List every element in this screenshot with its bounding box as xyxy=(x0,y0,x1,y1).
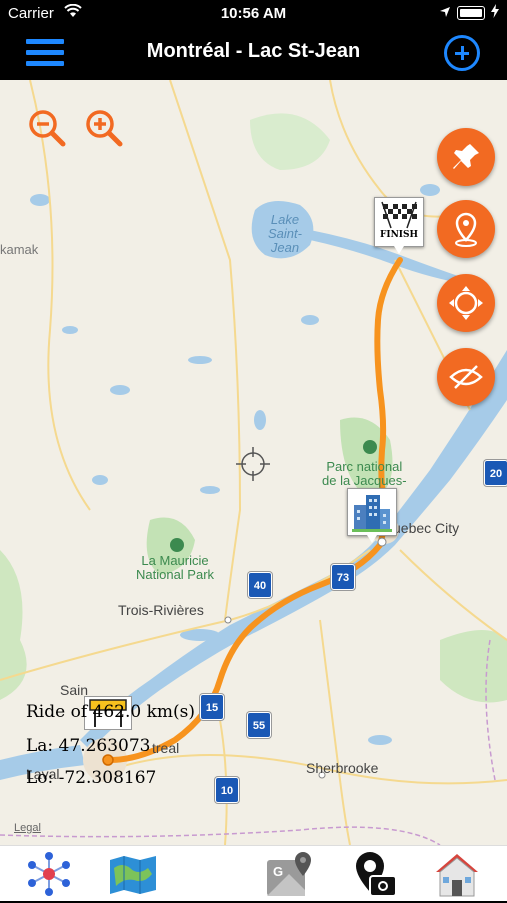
recenter-button[interactable] xyxy=(437,274,495,332)
longitude-label: Lo: -72.308167 xyxy=(26,768,157,788)
location-arrow-icon xyxy=(439,5,451,22)
location-marker-icon xyxy=(455,212,477,247)
svg-text:G: G xyxy=(273,864,283,879)
route-start-point xyxy=(102,754,114,766)
location-marker-button[interactable] xyxy=(437,200,495,258)
network-icon xyxy=(28,852,70,896)
tab-bar: G xyxy=(0,845,507,901)
navigation-bar: Montréal - Lac St-Jean xyxy=(0,26,507,80)
tab-network[interactable] xyxy=(24,850,74,898)
map-label-lake-saint-jean: Lake Saint- Jean xyxy=(268,212,302,255)
camera-location-icon xyxy=(356,852,397,897)
charging-icon xyxy=(491,4,499,22)
zoom-in-button[interactable] xyxy=(84,108,123,147)
ride-distance-label: Ride of 462.0 km(s) xyxy=(26,702,195,722)
crosshair-icon xyxy=(236,447,270,481)
add-button[interactable] xyxy=(444,35,480,71)
map-label-sherbrooke: Sherbrooke xyxy=(306,760,379,776)
city-marker[interactable] xyxy=(347,488,397,543)
park-tree-icon xyxy=(363,440,377,454)
checkered-flags-icon xyxy=(381,201,417,229)
map-label-la-mauricie: La Mauricie National Park xyxy=(136,553,215,582)
tab-house[interactable] xyxy=(432,850,482,898)
city-buildings-icon xyxy=(352,495,392,532)
map-icon xyxy=(110,856,156,894)
clock: 10:56 AM xyxy=(220,5,287,22)
map-view[interactable]: Lake Saint- Jean kamak Parc national de … xyxy=(0,80,507,845)
tab-google-maps[interactable]: G xyxy=(265,850,315,898)
latitude-label: La: 47.263073 xyxy=(26,736,151,756)
google-maps-icon: G xyxy=(267,852,311,896)
battery-icon xyxy=(457,6,485,20)
highway-shield-40: 40 xyxy=(248,572,272,598)
tab-camera-location[interactable] xyxy=(350,850,400,898)
zoom-in-icon xyxy=(86,110,123,147)
tab-map[interactable] xyxy=(108,850,158,898)
hide-route-icon xyxy=(449,365,483,389)
pin-button[interactable] xyxy=(437,128,495,186)
highway-shield-73: 73 xyxy=(331,564,355,590)
finish-label: FINISH xyxy=(379,230,419,240)
map-label-kamak: kamak xyxy=(0,242,39,257)
park-tree-icon xyxy=(170,538,184,552)
pin-icon xyxy=(453,144,479,169)
highway-shield-15: 15 xyxy=(200,694,224,720)
house-icon xyxy=(436,854,478,897)
highway-shield-20: 20 xyxy=(484,460,507,486)
finish-marker[interactable]: FINISH xyxy=(374,197,424,254)
map-legal-link[interactable]: Legal xyxy=(14,822,41,834)
map-label-quebec-city: uebec City xyxy=(393,520,460,536)
page-title: Montréal - Lac St-Jean xyxy=(146,40,361,62)
map-label-montreal: treal xyxy=(152,740,180,756)
hide-route-button[interactable] xyxy=(437,348,495,406)
map-label-trois-rivieres: Trois-Rivières xyxy=(118,602,204,618)
highway-shield-55: 55 xyxy=(247,712,271,738)
recenter-icon xyxy=(449,286,483,320)
map-label-parc-jacques-cartier: Parc national de la Jacques- xyxy=(322,459,407,488)
highway-shield-10: 10 xyxy=(215,777,239,803)
zoom-out-button[interactable] xyxy=(27,108,66,147)
zoom-out-icon xyxy=(29,110,66,147)
status-bar: Carrier 10:56 AM xyxy=(0,0,507,26)
